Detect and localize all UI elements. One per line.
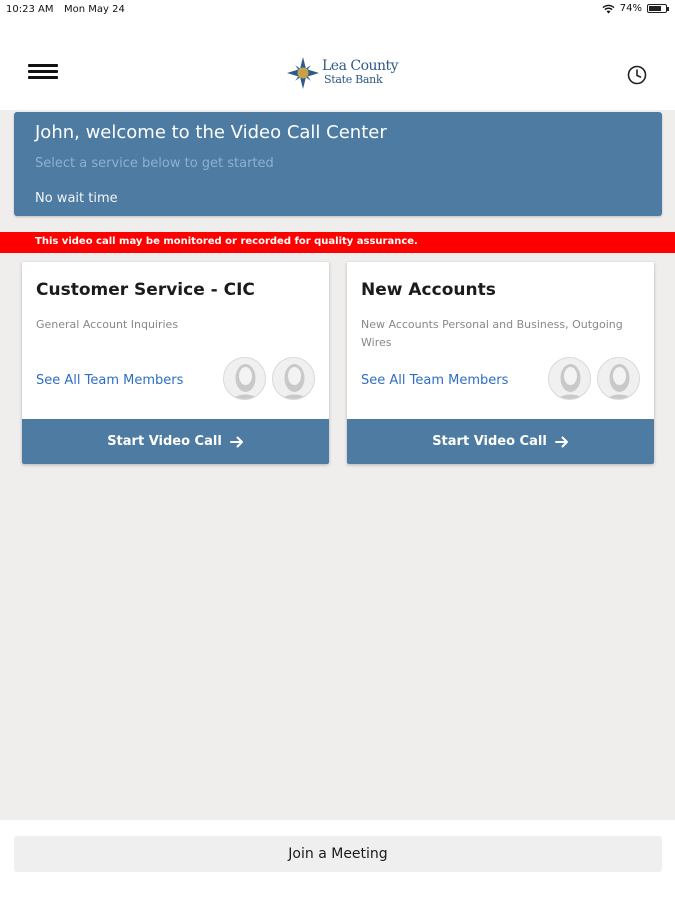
service-name: Customer Service - CIC xyxy=(36,280,255,300)
avatar xyxy=(223,357,266,400)
service-card-customer-service: Customer Service - CIC General Account I… xyxy=(22,262,329,464)
logo-star-icon xyxy=(287,57,319,89)
bank-logo: Lea County State Bank xyxy=(286,56,399,90)
battery-icon xyxy=(647,4,669,13)
app-header: Lea County State Bank xyxy=(0,20,675,110)
service-name: New Accounts xyxy=(361,280,496,300)
see-all-team-members-link[interactable]: See All Team Members xyxy=(36,373,183,388)
person-placeholder-icon xyxy=(605,364,634,399)
recording-notice: This video call may be monitored or reco… xyxy=(0,232,675,253)
hamburger-menu-icon[interactable] xyxy=(28,64,58,80)
logo-line2: State Bank xyxy=(324,73,383,86)
avatar xyxy=(597,357,640,400)
wifi-icon xyxy=(602,4,615,13)
start-video-call-button[interactable]: Start Video Call xyxy=(347,419,654,464)
welcome-subtitle: Select a service below to get started xyxy=(35,156,274,171)
avatar xyxy=(272,357,315,400)
battery-percent: 74% xyxy=(619,3,642,14)
avatar xyxy=(548,357,591,400)
logo-line1: Lea County xyxy=(322,58,399,74)
join-meeting-button[interactable]: Join a Meeting xyxy=(14,836,662,872)
status-time: 10:23 AM xyxy=(6,4,54,15)
service-description: General Account Inquiries xyxy=(36,318,179,331)
status-bar: 10:23 AM Mon May 24 74% xyxy=(0,0,675,20)
battery-fill xyxy=(649,6,661,11)
welcome-banner: John, welcome to the Video Call Center S… xyxy=(14,112,662,216)
person-placeholder-icon xyxy=(280,364,309,399)
person-placeholder-icon xyxy=(556,364,585,399)
arrow-right-icon xyxy=(554,436,568,447)
person-placeholder-icon xyxy=(231,364,260,399)
wait-time-label: No wait time xyxy=(35,191,118,206)
start-video-call-button[interactable]: Start Video Call xyxy=(22,419,329,464)
service-description: New Accounts Personal and Business, Outg… xyxy=(361,318,623,349)
welcome-title: John, welcome to the Video Call Center xyxy=(35,122,387,143)
start-video-call-label: Start Video Call xyxy=(432,434,547,449)
see-all-team-members-link[interactable]: See All Team Members xyxy=(361,373,508,388)
status-right: 74% xyxy=(602,3,669,14)
footer-bar: Join a Meeting xyxy=(0,820,675,900)
service-card-new-accounts: New Accounts New Accounts Personal and B… xyxy=(347,262,654,464)
history-clock-icon[interactable] xyxy=(626,64,648,86)
status-date: Mon May 24 xyxy=(64,4,125,15)
arrow-right-icon xyxy=(229,436,243,447)
team-avatars xyxy=(223,357,315,400)
logo-text: Lea County State Bank xyxy=(322,58,399,87)
start-video-call-label: Start Video Call xyxy=(107,434,222,449)
team-avatars xyxy=(548,357,640,400)
